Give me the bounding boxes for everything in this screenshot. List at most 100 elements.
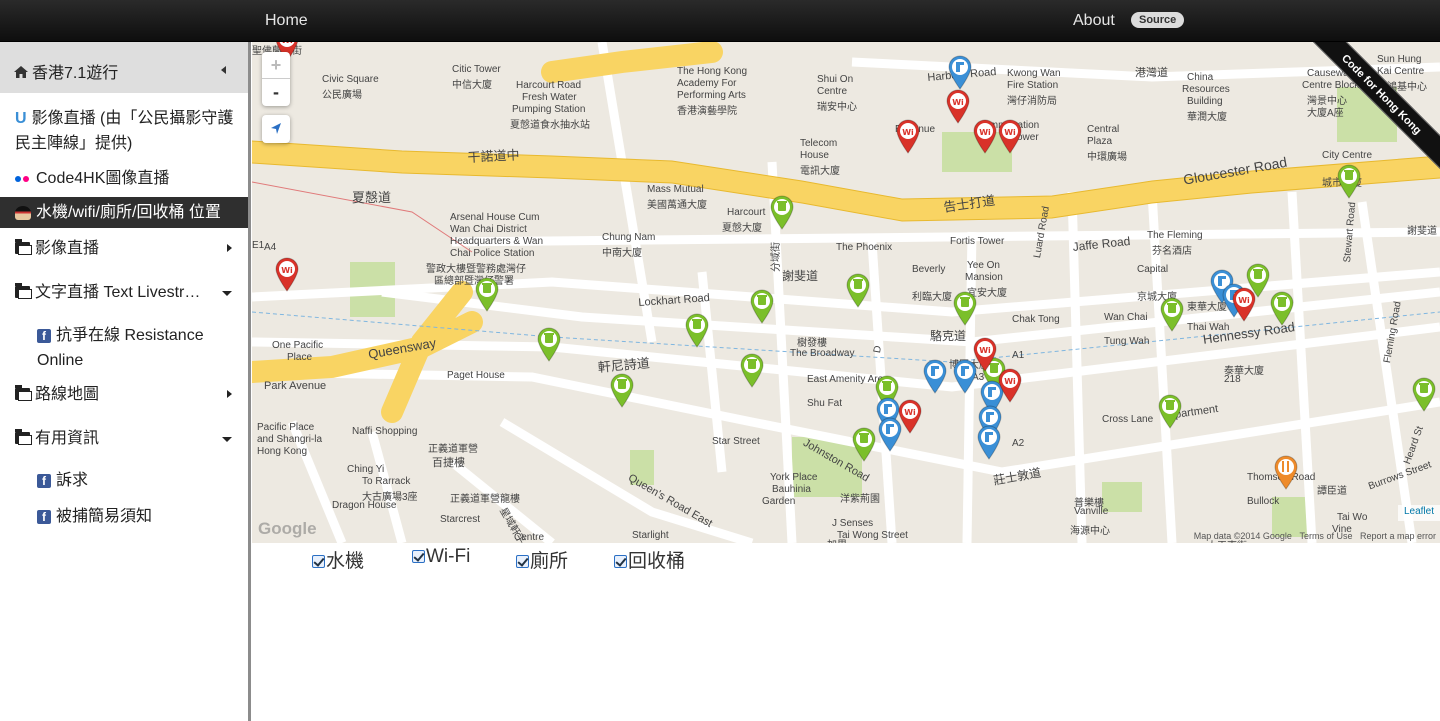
sidebar-header-title: 香港7.1遊行 <box>32 65 119 82</box>
filter-recycle-checkbox[interactable]: 回收桶 <box>614 546 685 573</box>
zoom-out-button[interactable]: - <box>262 79 290 106</box>
water-marker[interactable] <box>947 54 973 90</box>
recycle-marker[interactable] <box>684 312 710 348</box>
sidebar-item-label: 文字直播 Text Livestr… <box>35 284 201 301</box>
map-label: 謝斐道 <box>782 269 819 283</box>
map-label: 譚臣道 <box>1317 486 1347 497</box>
sidebar-item-arrest-guide[interactable]: f 被捕簡易須知 <box>0 504 248 529</box>
map-label: Fortis Tower <box>950 236 1005 247</box>
wifi-marker[interactable]: Wi <box>997 367 1023 403</box>
map-label: Star Street <box>712 436 760 447</box>
map-label: 瑞安中心 <box>817 102 857 113</box>
google-attribution: Map data ©2014 Google Terms of Use Repor… <box>1194 531 1436 541</box>
recycle-marker[interactable] <box>1157 393 1183 429</box>
checkbox-checked-icon[interactable] <box>516 555 529 568</box>
code-for-hk-ribbon[interactable]: Code for Hong Kong <box>1290 42 1440 192</box>
map-label: Dragon House <box>332 500 397 511</box>
checkbox-checked-icon[interactable] <box>614 555 627 568</box>
report-error-link[interactable]: Report a map error <box>1360 531 1436 541</box>
wifi-marker[interactable]: Wi <box>1231 286 1257 322</box>
wifi-marker[interactable]: Wi <box>972 336 998 372</box>
filter-toilet-checkbox[interactable]: 廁所 <box>516 546 568 573</box>
map-label: The Phoenix <box>836 242 893 253</box>
water-marker[interactable] <box>976 424 1002 460</box>
map-label: 中信大廈 <box>452 80 492 91</box>
wifi-marker[interactable]: Wi <box>972 118 998 154</box>
map-label: House <box>800 150 829 161</box>
leaflet-link[interactable]: Leaflet <box>1404 506 1434 517</box>
toilet-marker[interactable] <box>1273 454 1299 490</box>
recycle-marker[interactable] <box>474 276 500 312</box>
sidebar-item-text-livestream[interactable]: 文字直播 Text Livestr… <box>0 280 248 305</box>
map-label: York Place <box>770 472 818 483</box>
recycle-marker[interactable] <box>749 288 775 324</box>
filter-wifi-checkbox[interactable]: Wi-Fi <box>412 546 470 568</box>
recycle-marker[interactable] <box>609 372 635 408</box>
wifi-marker[interactable]: Wi <box>997 118 1023 154</box>
checkbox-checked-icon[interactable] <box>412 550 425 563</box>
about-link[interactable]: About <box>1073 12 1115 30</box>
source-button[interactable]: Source <box>1131 12 1185 28</box>
recycle-marker[interactable] <box>952 290 978 326</box>
terms-link[interactable]: Terms of Use <box>1299 531 1352 541</box>
map-label: Pumping Station <box>512 104 586 115</box>
caret-right-icon <box>227 244 232 252</box>
svg-text:Wi: Wi <box>281 266 293 275</box>
sidebar-item-resistance-online[interactable]: f 抗爭在線 Resistance Online <box>0 323 248 373</box>
filter-water-checkbox[interactable]: 水機 <box>312 546 364 573</box>
map-label: Chak Tong <box>1012 314 1060 325</box>
collapse-sidebar-icon[interactable] <box>221 66 226 74</box>
recycle-marker[interactable] <box>1411 376 1437 412</box>
recycle-marker[interactable] <box>536 326 562 362</box>
sidebar-item-code4hk-photo[interactable]: Code4HK圖像直播 <box>0 166 248 191</box>
filter-label: 水機 <box>326 551 365 572</box>
map-view[interactable]: 干諾道中 夏慤道 告士打道 Gloucester Road Harbour Road He… <box>252 42 1440 543</box>
svg-text:Wi: Wi <box>902 128 914 137</box>
wifi-marker[interactable]: Wi <box>895 118 921 154</box>
sidebar-item-video-live-citizen[interactable]: U 影像直播 (由「公民攝影守護民主陣線」提供) <box>0 106 248 156</box>
map-label: Centre <box>514 532 545 543</box>
filter-label: 廁所 <box>530 551 569 572</box>
zoom-in-button[interactable]: + <box>262 52 290 79</box>
map-label: Central <box>1087 124 1120 135</box>
zoom-control: + - <box>262 52 290 106</box>
map-label: 百捷樓 <box>432 457 465 469</box>
recycle-marker[interactable] <box>845 272 871 308</box>
map-label: 電訊大廈 <box>800 166 840 177</box>
map-label: Mansion <box>965 272 1003 283</box>
svg-text:Wi: Wi <box>1004 377 1016 386</box>
map-label: Civic Square <box>322 74 379 85</box>
sidebar-item-video-live[interactable]: 影像直播 <box>0 236 248 261</box>
locate-button[interactable] <box>262 115 290 143</box>
facebook-icon: f <box>37 328 51 343</box>
map-label: Thai Wah <box>1187 322 1230 333</box>
sidebar-item-route-map[interactable]: 路線地圖 <box>0 382 248 407</box>
wifi-marker[interactable]: Wi <box>897 398 923 434</box>
map-label: 夏慤大廈 <box>722 223 762 234</box>
map-label: Fire Station <box>1007 80 1059 91</box>
recycle-marker[interactable] <box>1269 290 1295 326</box>
sidebar-item-demands[interactable]: f 訴求 <box>0 468 248 493</box>
wifi-marker[interactable]: Wi <box>945 88 971 124</box>
water-marker[interactable] <box>922 358 948 394</box>
top-navbar: Home About Source <box>0 0 1440 42</box>
recycle-marker[interactable] <box>739 352 765 388</box>
home-link[interactable]: Home <box>265 12 308 30</box>
map-label: Capital <box>1137 264 1169 275</box>
sidebar-item-facilities-location[interactable]: 水機/wifi/廁所/回收桶 位置 <box>0 197 248 228</box>
map-label: The Hong Kong <box>677 66 748 77</box>
sidebar-header[interactable]: 香港7.1遊行 <box>0 42 248 93</box>
map-label: Building <box>1187 96 1223 107</box>
map-label: Place <box>287 352 313 363</box>
recycle-marker[interactable] <box>851 426 877 462</box>
recycle-marker[interactable] <box>769 194 795 230</box>
map-label: 美國萬通大廈 <box>647 200 707 211</box>
map-label: 加里 <box>827 536 847 543</box>
sidebar-item-label: 被捕簡易須知 <box>56 508 153 525</box>
wifi-marker[interactable]: Wi <box>274 256 300 292</box>
sidebar-item-useful-info[interactable]: 有用資訊 <box>0 426 248 451</box>
checkbox-checked-icon[interactable] <box>312 555 325 568</box>
facebook-icon: f <box>37 509 51 524</box>
recycle-marker[interactable] <box>1159 296 1185 332</box>
svg-text:Wi: Wi <box>1004 128 1016 137</box>
